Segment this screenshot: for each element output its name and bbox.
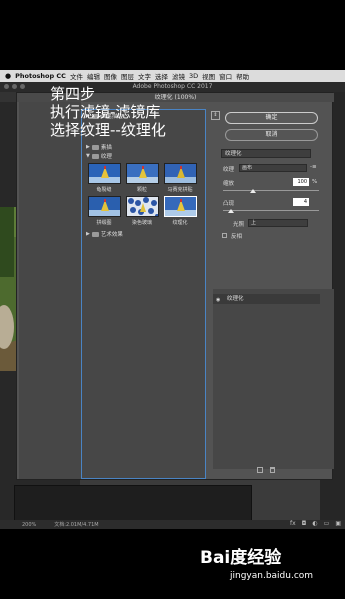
menu-help[interactable]: 帮助 [236, 71, 249, 81]
step-line-2: 执行滤镜-滤镜库 [50, 103, 161, 121]
texture-select[interactable]: 画布 [239, 164, 307, 172]
chevron-right-icon: ▶ [86, 144, 90, 150]
step-title: 第四步 [50, 85, 96, 103]
filter-gallery-list: ▶ 画笔描边 ▶ 素描 ▼ 纹理 龟裂缝 颗粒 马赛克拼贴 拼缀图 染色玻璃 纹… [81, 109, 206, 479]
folder-icon [91, 231, 99, 237]
step-line-3: 选择纹理--纹理化 [50, 121, 166, 139]
new-effect-layer-icon[interactable] [257, 467, 263, 473]
apple-icon[interactable]: ● [5, 72, 11, 80]
scale-unit: % [312, 179, 318, 185]
effect-layer-row[interactable]: 纹理化 [213, 294, 320, 304]
thumb-label: 纹理化 [172, 220, 188, 226]
adjustment-icon[interactable]: ◐ [312, 520, 317, 527]
thumb-stained-glass[interactable] [126, 196, 159, 217]
menu-edit[interactable]: 编辑 [87, 71, 100, 81]
chevron-right-icon: ▶ [86, 231, 90, 237]
light-select[interactable]: 上 [248, 219, 308, 227]
filter-gallery-dialog: 纹理化 (100%) ▶ 画笔描边 ▶ 素描 ▼ 纹理 龟裂缝 颗粒 马赛克拼贴… [16, 92, 334, 480]
light-label: 光照 [233, 222, 245, 228]
zoom-level: 200% [22, 521, 37, 528]
menu-filter[interactable]: 滤镜 [172, 71, 185, 81]
menu-file[interactable]: 文件 [70, 71, 83, 81]
ok-button[interactable]: 确定 [225, 112, 318, 124]
new-icon[interactable]: ▣ [335, 520, 341, 527]
invert-label: 反相 [231, 234, 243, 240]
folder-icon[interactable]: ▭ [324, 520, 330, 527]
mask-icon[interactable]: ◘ [302, 520, 307, 527]
relief-input[interactable]: 4 [293, 198, 309, 206]
scale-slider[interactable] [223, 190, 319, 191]
baidu-logo: Bai度经验 [200, 548, 282, 568]
thumb-mosaic-tiles[interactable] [164, 163, 197, 184]
folder-icon [91, 144, 99, 150]
tree-item-sketch[interactable]: ▶ 素描 [86, 143, 112, 151]
fx-icon[interactable]: fx [290, 520, 296, 527]
menu-3d[interactable]: 3D [189, 72, 198, 80]
delete-effect-layer-icon[interactable] [270, 467, 275, 473]
thumb-label: 拼缀图 [96, 220, 112, 226]
thumb-label: 龟裂缝 [96, 187, 112, 193]
eye-icon[interactable]: ◉ [216, 297, 220, 303]
tree-item-artistic[interactable]: ▶ 艺术效果 [86, 230, 123, 238]
filter-select[interactable]: 纹理化 [221, 149, 311, 158]
menu-select[interactable]: 选择 [155, 71, 168, 81]
menu-image[interactable]: 图像 [104, 71, 117, 81]
effect-layers-panel [213, 289, 334, 469]
thumb-texturizer[interactable] [164, 196, 197, 217]
thumb-grain[interactable] [126, 163, 159, 184]
folder-open-icon [91, 153, 99, 159]
preview-pane [19, 102, 81, 479]
tree-item-texture[interactable]: ▼ 纹理 [86, 152, 112, 160]
cancel-button[interactable]: 取消 [225, 129, 318, 141]
scale-slider-knob[interactable] [250, 189, 256, 193]
thumb-label: 染色玻璃 [131, 220, 152, 226]
watermark-url: jingyan.baidu.com [230, 571, 314, 581]
layer-tools: fx ◘ ◐ ▭ ▣ ▥ [290, 520, 345, 527]
tree-label: 素描 [100, 145, 112, 151]
menu-bar: ● Photoshop CC 文件 编辑 图像 图层 文字 选择 滤镜 3D 视… [0, 70, 345, 82]
thumb-craquelure[interactable] [88, 163, 121, 184]
scale-label: 缩放 [223, 181, 235, 187]
menu-window[interactable]: 窗口 [219, 71, 232, 81]
doc-size: 文档:2.01M/4.71M [54, 522, 99, 528]
app-name[interactable]: Photoshop CC [15, 72, 66, 80]
baidu-watermark: Bai度经验 jingyan.baidu.com [200, 543, 320, 587]
thumb-label: 马赛克拼贴 [167, 187, 193, 193]
texture-label: 纹理 [223, 167, 235, 173]
menu-type[interactable]: 文字 [138, 71, 151, 81]
tree-label: 纹理 [100, 154, 112, 160]
bottom-panel [14, 485, 252, 523]
invert-checkbox[interactable] [222, 233, 227, 238]
menu-view[interactable]: 视图 [202, 71, 215, 81]
tree-label: 艺术效果 [100, 232, 123, 238]
thumb-label: 颗粒 [136, 187, 147, 193]
texture-menu-icon[interactable]: -≡ [310, 164, 317, 170]
menu-layer[interactable]: 图层 [121, 71, 134, 81]
window-controls[interactable] [4, 84, 25, 89]
screenshot: ● Photoshop CC 文件 编辑 图像 图层 文字 选择 滤镜 3D 视… [0, 0, 345, 599]
relief-slider[interactable] [223, 210, 319, 211]
relief-label: 凸现 [223, 201, 235, 207]
thumb-patchwork[interactable] [88, 196, 121, 217]
scale-input[interactable]: 100 [293, 178, 309, 186]
relief-slider-knob[interactable] [228, 209, 234, 213]
chevron-down-icon: ▼ [86, 153, 90, 159]
collapse-gallery-button[interactable]: ⇕ [211, 111, 220, 120]
